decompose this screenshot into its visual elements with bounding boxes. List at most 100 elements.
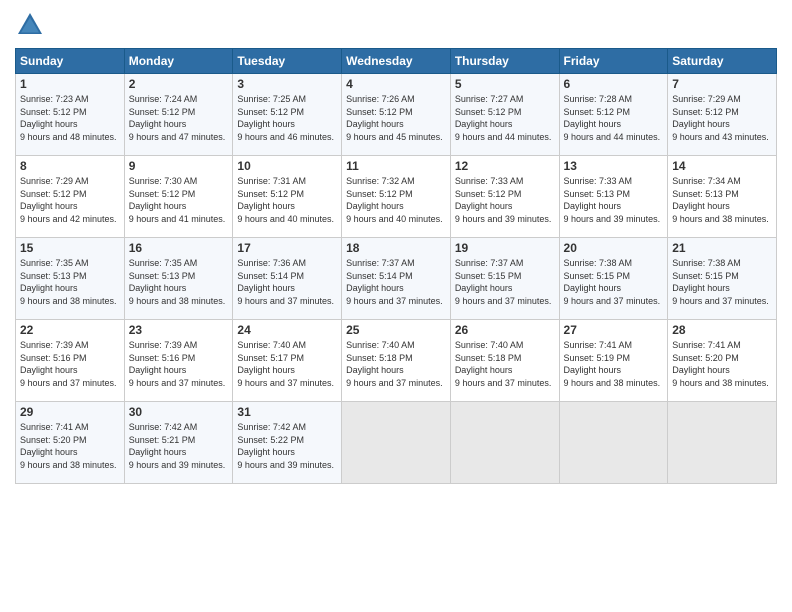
day-info: Sunrise: 7:39 AM Sunset: 5:16 PM Dayligh…	[129, 339, 229, 389]
day-info: Sunrise: 7:40 AM Sunset: 5:18 PM Dayligh…	[455, 339, 555, 389]
calendar-cell: 15 Sunrise: 7:35 AM Sunset: 5:13 PM Dayl…	[16, 238, 125, 320]
day-info: Sunrise: 7:41 AM Sunset: 5:20 PM Dayligh…	[672, 339, 772, 389]
day-number: 13	[564, 159, 664, 173]
day-number: 6	[564, 77, 664, 91]
day-number: 2	[129, 77, 229, 91]
day-number: 28	[672, 323, 772, 337]
day-number: 10	[237, 159, 337, 173]
calendar-cell: 12 Sunrise: 7:33 AM Sunset: 5:12 PM Dayl…	[450, 156, 559, 238]
calendar-week-row: 22 Sunrise: 7:39 AM Sunset: 5:16 PM Dayl…	[16, 320, 777, 402]
logo	[15, 10, 47, 40]
day-info: Sunrise: 7:41 AM Sunset: 5:19 PM Dayligh…	[564, 339, 664, 389]
day-number: 9	[129, 159, 229, 173]
day-info: Sunrise: 7:24 AM Sunset: 5:12 PM Dayligh…	[129, 93, 229, 143]
weekday-header: Wednesday	[342, 49, 451, 74]
day-info: Sunrise: 7:41 AM Sunset: 5:20 PM Dayligh…	[20, 421, 120, 471]
day-number: 24	[237, 323, 337, 337]
day-number: 31	[237, 405, 337, 419]
calendar-cell: 4 Sunrise: 7:26 AM Sunset: 5:12 PM Dayli…	[342, 74, 451, 156]
day-info: Sunrise: 7:33 AM Sunset: 5:12 PM Dayligh…	[455, 175, 555, 225]
day-number: 17	[237, 241, 337, 255]
day-number: 16	[129, 241, 229, 255]
day-info: Sunrise: 7:32 AM Sunset: 5:12 PM Dayligh…	[346, 175, 446, 225]
day-info: Sunrise: 7:30 AM Sunset: 5:12 PM Dayligh…	[129, 175, 229, 225]
weekday-header: Monday	[124, 49, 233, 74]
day-info: Sunrise: 7:38 AM Sunset: 5:15 PM Dayligh…	[672, 257, 772, 307]
day-info: Sunrise: 7:31 AM Sunset: 5:12 PM Dayligh…	[237, 175, 337, 225]
day-number: 18	[346, 241, 446, 255]
day-number: 22	[20, 323, 120, 337]
calendar-cell: 10 Sunrise: 7:31 AM Sunset: 5:12 PM Dayl…	[233, 156, 342, 238]
day-info: Sunrise: 7:38 AM Sunset: 5:15 PM Dayligh…	[564, 257, 664, 307]
weekday-header: Sunday	[16, 49, 125, 74]
day-info: Sunrise: 7:40 AM Sunset: 5:17 PM Dayligh…	[237, 339, 337, 389]
day-number: 4	[346, 77, 446, 91]
day-info: Sunrise: 7:26 AM Sunset: 5:12 PM Dayligh…	[346, 93, 446, 143]
day-info: Sunrise: 7:33 AM Sunset: 5:13 PM Dayligh…	[564, 175, 664, 225]
page-container: SundayMondayTuesdayWednesdayThursdayFrid…	[0, 0, 792, 494]
calendar-cell: 16 Sunrise: 7:35 AM Sunset: 5:13 PM Dayl…	[124, 238, 233, 320]
calendar-cell: 27 Sunrise: 7:41 AM Sunset: 5:19 PM Dayl…	[559, 320, 668, 402]
calendar-cell	[342, 402, 451, 484]
calendar-cell: 14 Sunrise: 7:34 AM Sunset: 5:13 PM Dayl…	[668, 156, 777, 238]
calendar-cell: 3 Sunrise: 7:25 AM Sunset: 5:12 PM Dayli…	[233, 74, 342, 156]
day-info: Sunrise: 7:27 AM Sunset: 5:12 PM Dayligh…	[455, 93, 555, 143]
day-number: 27	[564, 323, 664, 337]
day-info: Sunrise: 7:37 AM Sunset: 5:14 PM Dayligh…	[346, 257, 446, 307]
calendar-cell: 1 Sunrise: 7:23 AM Sunset: 5:12 PM Dayli…	[16, 74, 125, 156]
day-info: Sunrise: 7:35 AM Sunset: 5:13 PM Dayligh…	[129, 257, 229, 307]
day-info: Sunrise: 7:36 AM Sunset: 5:14 PM Dayligh…	[237, 257, 337, 307]
calendar-cell: 25 Sunrise: 7:40 AM Sunset: 5:18 PM Dayl…	[342, 320, 451, 402]
calendar-table: SundayMondayTuesdayWednesdayThursdayFrid…	[15, 48, 777, 484]
calendar-week-row: 29 Sunrise: 7:41 AM Sunset: 5:20 PM Dayl…	[16, 402, 777, 484]
calendar-cell: 26 Sunrise: 7:40 AM Sunset: 5:18 PM Dayl…	[450, 320, 559, 402]
day-number: 5	[455, 77, 555, 91]
day-number: 21	[672, 241, 772, 255]
day-number: 29	[20, 405, 120, 419]
day-number: 26	[455, 323, 555, 337]
day-number: 3	[237, 77, 337, 91]
calendar-cell: 20 Sunrise: 7:38 AM Sunset: 5:15 PM Dayl…	[559, 238, 668, 320]
calendar-cell: 8 Sunrise: 7:29 AM Sunset: 5:12 PM Dayli…	[16, 156, 125, 238]
calendar-cell: 19 Sunrise: 7:37 AM Sunset: 5:15 PM Dayl…	[450, 238, 559, 320]
day-number: 8	[20, 159, 120, 173]
day-number: 14	[672, 159, 772, 173]
calendar-week-row: 15 Sunrise: 7:35 AM Sunset: 5:13 PM Dayl…	[16, 238, 777, 320]
day-info: Sunrise: 7:25 AM Sunset: 5:12 PM Dayligh…	[237, 93, 337, 143]
calendar-cell: 18 Sunrise: 7:37 AM Sunset: 5:14 PM Dayl…	[342, 238, 451, 320]
day-info: Sunrise: 7:29 AM Sunset: 5:12 PM Dayligh…	[20, 175, 120, 225]
logo-icon	[15, 10, 45, 40]
day-info: Sunrise: 7:42 AM Sunset: 5:21 PM Dayligh…	[129, 421, 229, 471]
day-info: Sunrise: 7:40 AM Sunset: 5:18 PM Dayligh…	[346, 339, 446, 389]
day-number: 30	[129, 405, 229, 419]
calendar-cell	[668, 402, 777, 484]
calendar-cell: 6 Sunrise: 7:28 AM Sunset: 5:12 PM Dayli…	[559, 74, 668, 156]
day-info: Sunrise: 7:35 AM Sunset: 5:13 PM Dayligh…	[20, 257, 120, 307]
day-number: 7	[672, 77, 772, 91]
day-info: Sunrise: 7:29 AM Sunset: 5:12 PM Dayligh…	[672, 93, 772, 143]
day-info: Sunrise: 7:42 AM Sunset: 5:22 PM Dayligh…	[237, 421, 337, 471]
day-info: Sunrise: 7:23 AM Sunset: 5:12 PM Dayligh…	[20, 93, 120, 143]
calendar-cell: 9 Sunrise: 7:30 AM Sunset: 5:12 PM Dayli…	[124, 156, 233, 238]
day-info: Sunrise: 7:34 AM Sunset: 5:13 PM Dayligh…	[672, 175, 772, 225]
weekday-header: Friday	[559, 49, 668, 74]
day-number: 23	[129, 323, 229, 337]
day-number: 1	[20, 77, 120, 91]
calendar-cell: 13 Sunrise: 7:33 AM Sunset: 5:13 PM Dayl…	[559, 156, 668, 238]
calendar-cell: 7 Sunrise: 7:29 AM Sunset: 5:12 PM Dayli…	[668, 74, 777, 156]
calendar-cell: 5 Sunrise: 7:27 AM Sunset: 5:12 PM Dayli…	[450, 74, 559, 156]
calendar-cell: 21 Sunrise: 7:38 AM Sunset: 5:15 PM Dayl…	[668, 238, 777, 320]
day-number: 11	[346, 159, 446, 173]
day-info: Sunrise: 7:28 AM Sunset: 5:12 PM Dayligh…	[564, 93, 664, 143]
calendar-cell: 31 Sunrise: 7:42 AM Sunset: 5:22 PM Dayl…	[233, 402, 342, 484]
calendar-cell: 24 Sunrise: 7:40 AM Sunset: 5:17 PM Dayl…	[233, 320, 342, 402]
calendar-cell: 30 Sunrise: 7:42 AM Sunset: 5:21 PM Dayl…	[124, 402, 233, 484]
calendar-cell	[559, 402, 668, 484]
day-info: Sunrise: 7:39 AM Sunset: 5:16 PM Dayligh…	[20, 339, 120, 389]
header	[15, 10, 777, 40]
day-number: 15	[20, 241, 120, 255]
calendar-cell: 23 Sunrise: 7:39 AM Sunset: 5:16 PM Dayl…	[124, 320, 233, 402]
day-number: 25	[346, 323, 446, 337]
weekday-header: Tuesday	[233, 49, 342, 74]
calendar-cell: 11 Sunrise: 7:32 AM Sunset: 5:12 PM Dayl…	[342, 156, 451, 238]
